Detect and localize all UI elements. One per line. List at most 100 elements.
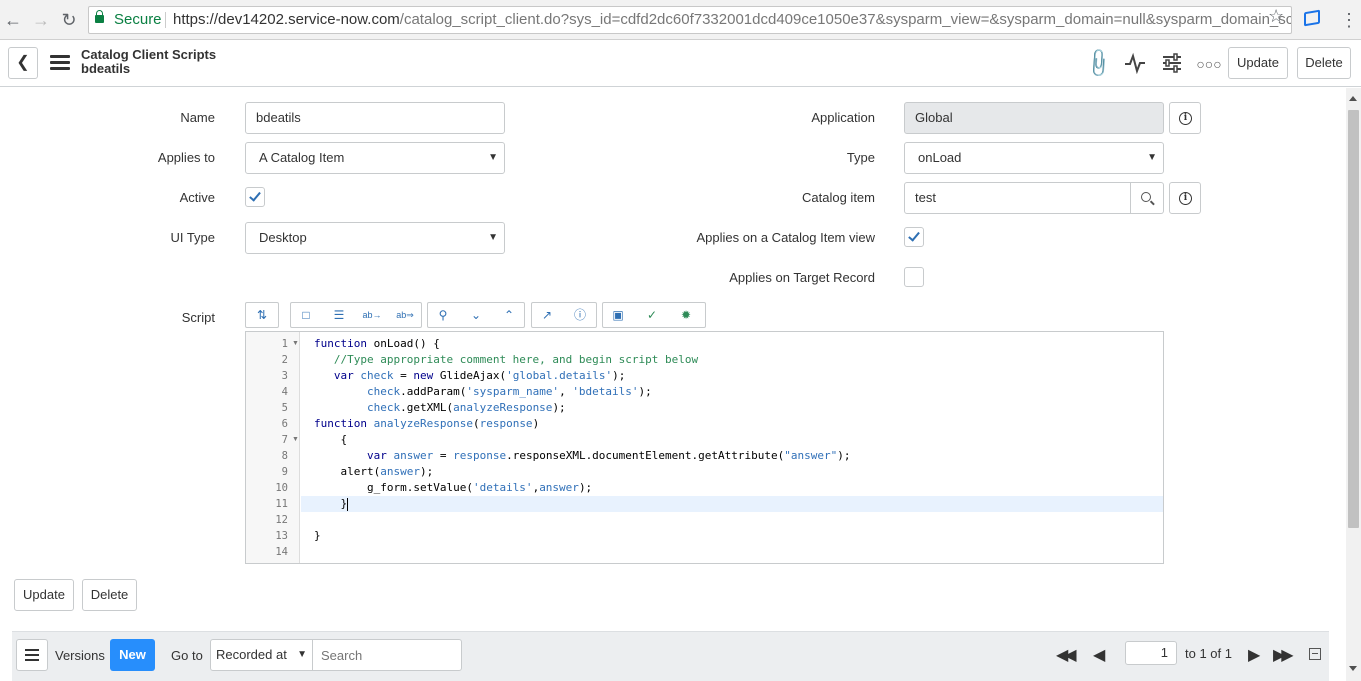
debug-icon[interactable]: ✹ <box>675 306 697 324</box>
header-update-button[interactable]: Update <box>1228 47 1288 79</box>
applies-target-checkbox[interactable] <box>904 267 924 287</box>
more-options-icon[interactable]: ○○○ <box>1196 52 1222 76</box>
code-line: var check = new GlideAjax('global.detail… <box>333 369 626 382</box>
line-number: 3 <box>281 370 288 382</box>
help-icon[interactable]: ⓘ <box>569 306 591 324</box>
previous-page-icon[interactable]: ◀ <box>1093 646 1105 666</box>
syntax-check-icon[interactable]: ✓ <box>641 306 663 324</box>
scroll-up-arrow-icon[interactable] <box>1349 96 1357 101</box>
catalog-item-field[interactable]: test <box>904 182 1131 214</box>
active-label: Active <box>179 190 215 205</box>
search-icon[interactable]: ⚲ <box>432 306 454 324</box>
form-header: ❮ Catalog Client Scripts bdeatils 📎 ○○○ … <box>0 40 1361 87</box>
line-number: 10 <box>275 482 288 494</box>
collapse-icon[interactable] <box>1309 648 1321 660</box>
format-block-icon[interactable]: ☰ <box>328 306 350 324</box>
versions-label: Versions <box>55 648 105 663</box>
list-menu-button[interactable] <box>16 639 48 671</box>
applies-catalog-view-checkbox[interactable] <box>904 227 924 247</box>
related-list-bar: Versions New Go to Recorded at ▼ ◀◀ ◀ 1 … <box>12 631 1329 681</box>
ui-type-select[interactable]: Desktop ▼ <box>245 222 505 254</box>
header-delete-button[interactable]: Delete <box>1297 47 1351 79</box>
scrollbar-thumb[interactable] <box>1348 110 1359 528</box>
type-select[interactable]: onLoad ▼ <box>904 142 1164 174</box>
save-icon[interactable]: ▣ <box>607 306 629 324</box>
search-input[interactable] <box>312 639 462 671</box>
url-text: https://dev14202.service-now.com/catalog… <box>173 11 1292 28</box>
next-page-icon[interactable]: ▶ <box>1248 646 1260 666</box>
first-page-icon[interactable]: ◀◀ <box>1056 646 1077 666</box>
fold-arrow-icon[interactable]: ▼ <box>292 336 299 352</box>
reload-icon[interactable]: ↻ <box>58 9 80 31</box>
forward-arrow-icon[interactable]: → <box>30 9 52 31</box>
ui-type-label: UI Type <box>170 230 215 245</box>
info-icon: i <box>1179 192 1192 205</box>
chevron-down-icon[interactable]: ⌄ <box>465 306 487 324</box>
goto-select-value: Recorded at <box>216 647 287 662</box>
goto-label: Go to <box>171 648 203 663</box>
application-info-button[interactable]: i <box>1169 102 1201 134</box>
fold-arrow-icon[interactable]: ▼ <box>292 432 299 448</box>
attachment-icon[interactable]: 📎 <box>1080 46 1115 81</box>
application-field: Global <box>904 102 1164 134</box>
catalog-item-info-button[interactable]: i <box>1169 182 1201 214</box>
lock-icon <box>95 10 104 23</box>
vertical-scrollbar[interactable] <box>1346 88 1361 681</box>
line-number: 7 <box>281 434 288 446</box>
catalog-item-lookup-button[interactable] <box>1131 182 1164 214</box>
ui-type-value: Desktop <box>259 230 307 245</box>
applies-to-value: A Catalog Item <box>259 150 345 165</box>
active-line-highlight <box>301 496 1163 512</box>
active-checkbox[interactable] <box>245 187 265 207</box>
scroll-down-arrow-icon[interactable] <box>1349 666 1357 671</box>
line-number: 11 <box>275 498 288 510</box>
script-toolbar-group: □ ☰ ab→ ab⇒ <box>290 302 422 328</box>
personalize-icon[interactable] <box>1159 52 1185 76</box>
type-label: Type <box>846 150 875 165</box>
browser-menu-icon[interactable]: ⋮ <box>1340 9 1358 31</box>
chevron-up-icon[interactable]: ⌃ <box>498 306 520 324</box>
last-page-icon[interactable]: ▶▶ <box>1273 646 1294 666</box>
page-input[interactable]: 1 <box>1125 641 1177 665</box>
back-arrow-icon[interactable]: ← <box>2 9 24 31</box>
checkmark-icon <box>908 229 920 242</box>
address-separator <box>165 12 166 28</box>
code-line: var answer = response.responseXML.docume… <box>366 449 851 462</box>
name-field[interactable]: bdeatils <box>245 102 505 134</box>
replace-all-icon[interactable]: ab⇒ <box>394 306 416 324</box>
form-context-menu-icon[interactable] <box>50 55 70 71</box>
catalog-item-label: Catalog item <box>802 190 875 205</box>
name-label: Name <box>180 110 215 125</box>
back-button[interactable]: ❮ <box>8 47 38 79</box>
replace-icon[interactable]: ab→ <box>361 306 383 324</box>
info-icon: i <box>1179 112 1192 125</box>
footer-update-button[interactable]: Update <box>14 579 74 611</box>
line-number: 14 <box>275 546 288 558</box>
code-line: check.addParam('sysparm_name', 'bdetails… <box>366 385 652 398</box>
code-line: function analyzeResponse(response) <box>314 417 540 430</box>
applies-catalog-view-label: Applies on a Catalog Item view <box>696 230 875 245</box>
hamburger-icon <box>25 649 39 661</box>
comment-icon[interactable]: □ <box>295 306 317 324</box>
line-number: 1 <box>281 338 288 350</box>
address-bar[interactable]: Secure https://dev14202.service-now.com/… <box>88 6 1292 34</box>
bookmark-star-icon[interactable]: ☆ <box>1268 5 1284 27</box>
script-editor[interactable]: 1 2 3 4 5 6 7 8 9 10 11 12 13 14 ▼ ▼ fun… <box>245 331 1164 564</box>
footer-delete-button[interactable]: Delete <box>82 579 137 611</box>
goto-select[interactable]: Recorded at ▼ <box>210 639 313 671</box>
new-button[interactable]: New <box>110 639 155 671</box>
line-number: 12 <box>275 514 288 526</box>
line-number: 5 <box>281 402 288 414</box>
format-code-icon[interactable]: ⇅ <box>251 306 273 324</box>
applies-to-select[interactable]: A Catalog Item ▼ <box>245 142 505 174</box>
record-title: Catalog Client Scripts <box>81 47 217 62</box>
applies-target-label: Applies on Target Record <box>729 270 875 285</box>
page-count-text: to 1 of 1 <box>1185 646 1232 661</box>
code-line: { <box>314 433 348 446</box>
script-toolbar-group: ⇅ <box>245 302 279 328</box>
code-line: //Type appropriate comment here, and beg… <box>333 353 699 366</box>
activity-icon[interactable] <box>1122 52 1148 76</box>
code-line: } <box>314 529 321 542</box>
extension-icon[interactable] <box>1304 9 1320 27</box>
fullscreen-icon[interactable]: ↗ <box>536 306 558 324</box>
